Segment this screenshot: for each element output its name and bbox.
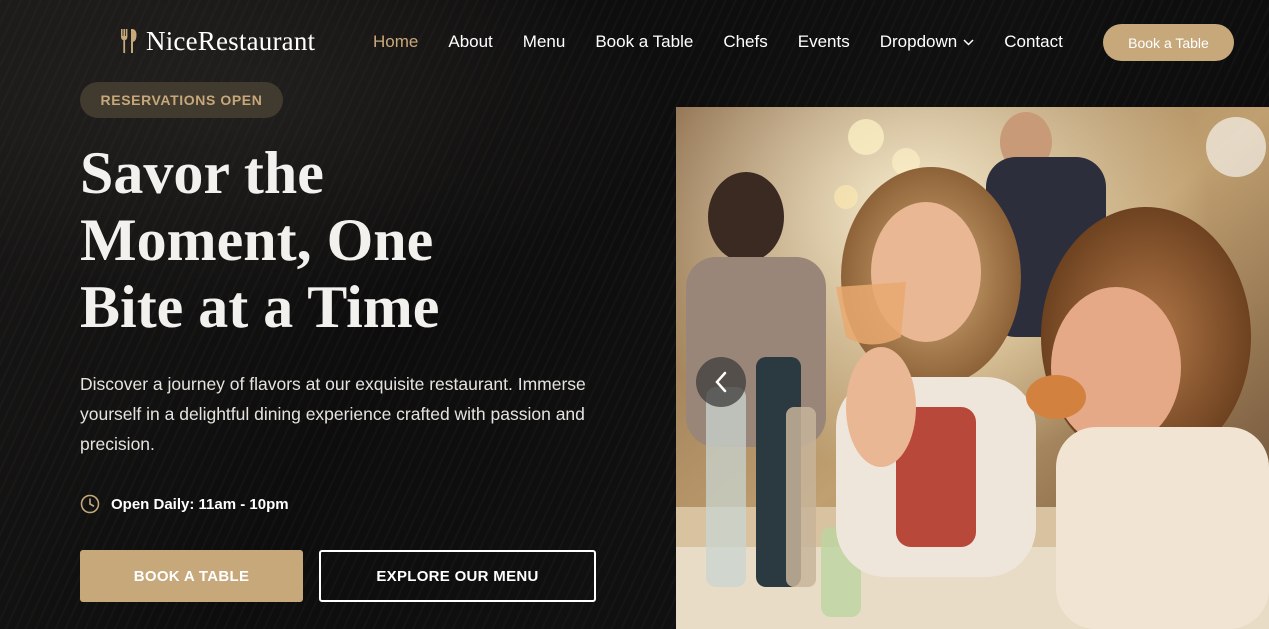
nav-item-events[interactable]: Events — [798, 32, 850, 52]
book-table-button[interactable]: BOOK A TABLE — [80, 550, 303, 602]
nav-item-menu[interactable]: Menu — [523, 32, 566, 52]
hero-title-line: Savor the — [80, 140, 324, 206]
nav-item-contact[interactable]: Contact — [1004, 32, 1063, 52]
nav-item-book-a-table[interactable]: Book a Table — [595, 32, 693, 52]
fork-knife-icon — [120, 28, 138, 54]
hero-description: Discover a journey of flavors at our exq… — [80, 374, 586, 454]
chevron-down-icon — [963, 38, 974, 46]
nav-item-about[interactable]: About — [448, 32, 492, 52]
explore-menu-button[interactable]: EXPLORE OUR MENU — [319, 550, 596, 602]
nav-item-dropdown-label: Dropdown — [879, 32, 958, 51]
nav-item-chefs[interactable]: Chefs — [723, 32, 767, 52]
nav-item-dropdown[interactable]: Dropdown — [880, 32, 975, 52]
logo[interactable]: NiceRestaurant — [120, 24, 315, 58]
opening-hours: Open Daily: 11am - 10pm — [80, 493, 289, 515]
header-book-table-button[interactable]: Book a Table — [1103, 24, 1234, 61]
reservations-badge: RESERVATIONS OPEN — [80, 82, 283, 118]
hero-title: Savor the Moment, One Bite at a Time — [80, 140, 640, 341]
chevron-left-icon — [714, 371, 728, 393]
hero-title-line: Moment, One — [80, 207, 434, 273]
brand-name: NiceRestaurant — [146, 25, 316, 56]
site-header: NiceRestaurant Home About Menu Book a Ta… — [0, 0, 1269, 84]
page: NiceRestaurant Home About Menu Book a Ta… — [0, 0, 1269, 629]
clock-icon — [80, 494, 100, 514]
main-nav: Home About Menu Book a Table Chefs Event… — [373, 30, 1063, 54]
nav-item-home[interactable]: Home — [373, 32, 418, 52]
hours-text: Open Daily: 11am - 10pm — [111, 495, 289, 513]
hero-title-line: Bite at a Time — [80, 274, 440, 340]
hero-image — [676, 107, 1269, 629]
carousel-prev-button[interactable] — [696, 357, 746, 407]
